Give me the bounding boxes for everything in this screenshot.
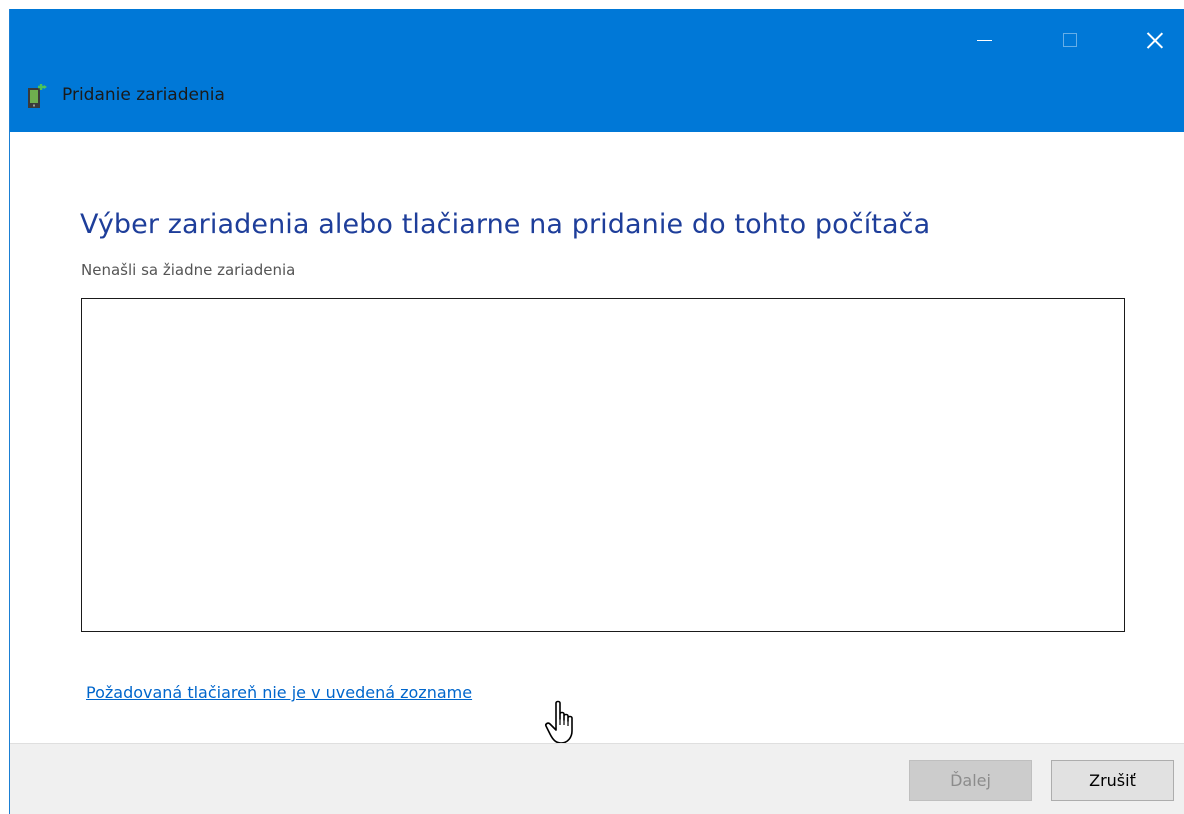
title-bar[interactable]: Pridanie zariadenia xyxy=(10,9,1184,132)
next-button[interactable]: Ďalej xyxy=(909,760,1032,801)
close-button[interactable] xyxy=(1132,9,1178,71)
close-icon xyxy=(1147,32,1163,48)
minimize-button[interactable] xyxy=(961,9,1007,71)
window-title: Pridanie zariadenia xyxy=(62,85,225,105)
cancel-button[interactable]: Zrušiť xyxy=(1051,760,1174,801)
add-device-window: Pridanie zariadenia Výber zariadenia ale… xyxy=(9,9,1184,814)
maximize-icon xyxy=(1063,33,1077,47)
hand-cursor-icon xyxy=(545,700,573,744)
maximize-button xyxy=(1047,9,1093,71)
minimize-icon xyxy=(976,39,992,41)
device-list[interactable] xyxy=(81,298,1125,632)
add-device-icon xyxy=(28,84,47,108)
status-text: Nenašli sa žiadne zariadenia xyxy=(81,261,296,279)
page-heading: Výber zariadenia alebo tlačiarne na prid… xyxy=(80,209,931,240)
printer-not-listed-link[interactable]: Požadovaná tlačiareň nie je v uvedená zo… xyxy=(86,683,472,702)
